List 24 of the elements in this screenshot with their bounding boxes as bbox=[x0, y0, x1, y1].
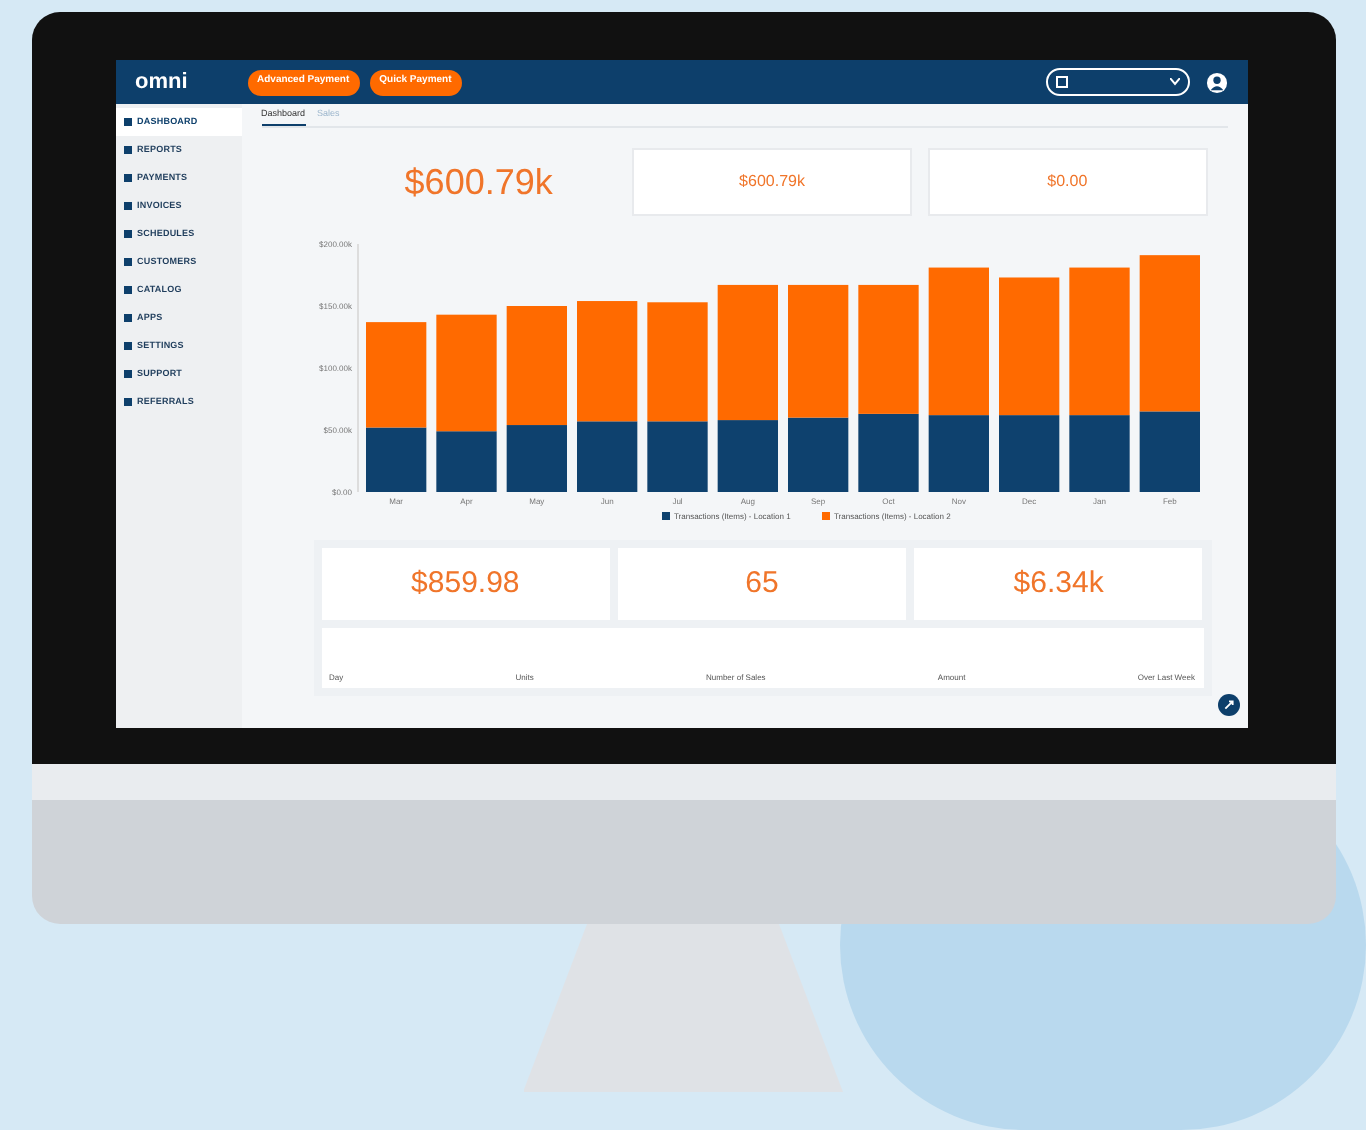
nav-icon bbox=[123, 286, 131, 294]
account-dropdown[interactable] bbox=[1045, 68, 1189, 96]
logo: omni bbox=[135, 67, 190, 98]
legend-swatch bbox=[661, 512, 669, 520]
stat-value: $600.79k bbox=[404, 159, 553, 205]
stat-value: $600.79k bbox=[739, 170, 805, 194]
nav-icon bbox=[123, 398, 131, 406]
nav-icon bbox=[123, 202, 131, 210]
nav-icon bbox=[123, 314, 131, 322]
store-icon bbox=[1055, 76, 1067, 88]
nav-icon bbox=[123, 174, 131, 182]
nav-icon bbox=[123, 146, 131, 154]
stat-value: $859.98 bbox=[411, 563, 520, 604]
nav-icon bbox=[123, 342, 131, 350]
stat-value: $0.00 bbox=[1047, 170, 1088, 194]
stat-value: 65 bbox=[745, 563, 779, 604]
nav-icon bbox=[123, 258, 131, 266]
stat-value: $6.34k bbox=[1013, 563, 1104, 604]
legend-swatch bbox=[821, 512, 829, 520]
nav-icon bbox=[123, 230, 131, 238]
user-icon[interactable] bbox=[1205, 71, 1227, 93]
nav-icon bbox=[123, 370, 131, 378]
nav-icon bbox=[123, 118, 131, 126]
caret-icon bbox=[1169, 78, 1179, 86]
